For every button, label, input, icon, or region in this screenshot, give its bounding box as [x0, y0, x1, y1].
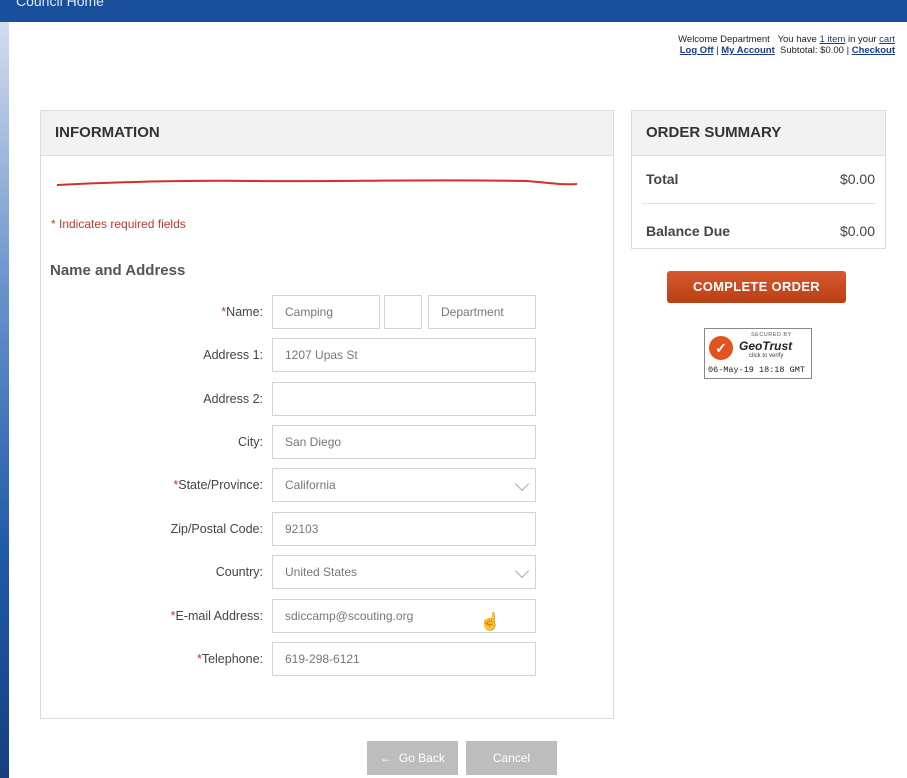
- chevron-down-icon: [514, 476, 530, 492]
- welcome-text: Welcome Department: [678, 34, 770, 45]
- separator: |: [716, 45, 719, 56]
- country-select-value: United States: [285, 565, 358, 579]
- total-row: Total $0.00: [646, 171, 875, 191]
- address2-row: Address 2:: [41, 382, 613, 416]
- go-back-button[interactable]: ← Go Back: [367, 741, 458, 775]
- telephone-row: *Telephone: 619-298-6121: [41, 642, 613, 676]
- information-heading: INFORMATION: [41, 111, 613, 156]
- name-label: *Name:: [221, 305, 263, 319]
- middle-initial-input[interactable]: [384, 295, 422, 329]
- complete-order-button[interactable]: COMPLETE ORDER: [667, 271, 846, 303]
- state-label: *State/Province:: [173, 478, 263, 492]
- zip-input[interactable]: 92103: [272, 512, 536, 546]
- cart-link[interactable]: cart: [879, 34, 895, 45]
- chevron-down-icon: [514, 563, 530, 579]
- address1-row: Address 1: 1207 Upas St: [41, 338, 613, 372]
- city-row: City: San Diego: [41, 425, 613, 459]
- geotrust-date: 06-May-19 18:18 GMT: [708, 365, 805, 375]
- country-row: Country: United States: [41, 555, 613, 589]
- email-input[interactable]: sdiccamp@scouting.org ☝: [272, 599, 536, 633]
- log-off-link[interactable]: Log Off: [680, 45, 714, 56]
- geotrust-logo-icon: ✓: [709, 336, 733, 360]
- section-title-name-address: Name and Address: [50, 262, 186, 279]
- address2-label: Address 2:: [203, 392, 263, 406]
- go-back-label: Go Back: [398, 751, 445, 765]
- zip-label: Zip/Postal Code:: [170, 522, 263, 536]
- cart-text-suffix: in your: [848, 34, 877, 45]
- cart-items-link[interactable]: 1 item: [819, 34, 845, 45]
- hand-cursor-icon: ☝: [479, 612, 501, 631]
- site-title[interactable]: Council Home: [16, 0, 104, 9]
- order-summary-panel: ORDER SUMMARY Total $0.00 Balance Due $0…: [631, 110, 886, 249]
- email-input-value: sdiccamp@scouting.org: [285, 609, 414, 623]
- information-panel: INFORMATION * Indicates required fields …: [40, 110, 614, 719]
- address2-input[interactable]: [272, 382, 536, 416]
- cart-text-prefix: You have: [777, 34, 817, 45]
- my-account-link[interactable]: My Account: [721, 45, 774, 56]
- balance-due-value: $0.00: [839, 223, 875, 239]
- order-summary-heading: ORDER SUMMARY: [632, 111, 885, 156]
- total-value: $0.00: [839, 171, 875, 187]
- geotrust-brand: GeoTrust: [739, 339, 793, 353]
- geotrust-seal[interactable]: ✓ SECURED BY GeoTrust click to verify 06…: [704, 328, 812, 379]
- left-decorative-stripe: [0, 22, 9, 778]
- first-name-input[interactable]: Camping: [272, 295, 380, 329]
- country-select[interactable]: United States: [272, 555, 536, 589]
- account-header: Welcome Department You have 1 item in yo…: [678, 34, 895, 56]
- state-select-value: California: [285, 478, 336, 492]
- email-row: *E-mail Address: sdiccamp@scouting.org ☝: [41, 599, 613, 633]
- name-row: *Name: Camping Department: [41, 295, 613, 329]
- checkout-link[interactable]: Checkout: [852, 45, 895, 56]
- last-name-input[interactable]: Department: [428, 295, 536, 329]
- geotrust-secured-by: SECURED BY: [751, 332, 792, 338]
- address1-label: Address 1:: [203, 348, 263, 362]
- country-label: Country:: [215, 565, 263, 579]
- address1-input[interactable]: 1207 Upas St: [272, 338, 536, 372]
- balance-due-row: Balance Due $0.00: [646, 223, 875, 243]
- telephone-label: *Telephone:: [196, 652, 263, 666]
- top-banner: Council Home: [0, 0, 907, 22]
- city-input[interactable]: San Diego: [272, 425, 536, 459]
- geotrust-verify: click to verify: [749, 353, 784, 359]
- red-scribble-line: [57, 179, 577, 186]
- balance-due-label: Balance Due: [646, 223, 731, 239]
- state-select[interactable]: California: [272, 468, 536, 502]
- telephone-input[interactable]: 619-298-6121: [272, 642, 536, 676]
- state-row: *State/Province: California: [41, 468, 613, 502]
- city-label: City:: [238, 435, 263, 449]
- total-label: Total: [646, 171, 679, 187]
- subtotal-text: Subtotal: $0.00 |: [780, 45, 850, 56]
- arrow-left-icon: ←: [380, 751, 393, 765]
- email-label: *E-mail Address:: [170, 609, 263, 623]
- required-fields-note: * Indicates required fields: [51, 217, 186, 231]
- zip-row: Zip/Postal Code: 92103: [41, 512, 613, 546]
- cancel-button[interactable]: Cancel: [466, 741, 557, 775]
- summary-divider: [642, 203, 875, 204]
